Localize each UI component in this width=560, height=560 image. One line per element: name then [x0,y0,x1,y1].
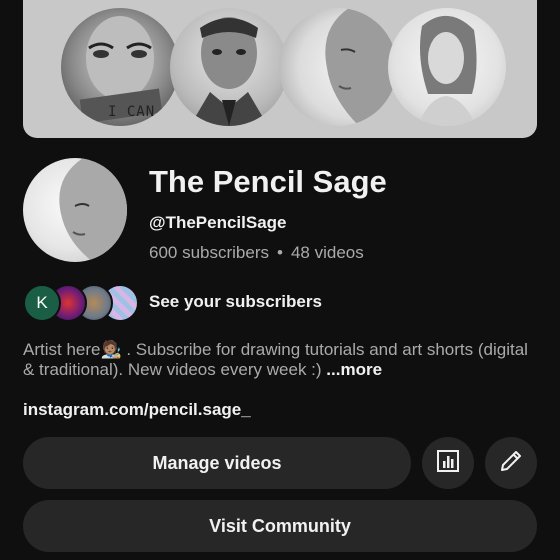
channel-description[interactable]: Artist here🧑🏽‍🎨 . Subscribe for drawing … [23,340,543,380]
channel-stats: 600 subscribers • 48 videos [149,243,364,263]
see-subscribers-link[interactable]: See your subscribers [149,292,322,312]
channel-handle: @ThePencilSage [149,213,287,232]
banner-artwork-3 [279,8,397,126]
video-count: 48 videos [290,243,364,262]
subscriber-avatar-initial: K [23,284,61,322]
channel-link[interactable]: instagram.com/pencil.sage_ [23,400,251,420]
subscriber-count: 600 subscribers [149,243,270,262]
channel-banner: I CAN [23,0,537,138]
banner-artwork-2 [170,8,288,126]
visit-community-button[interactable]: Visit Community [23,500,537,552]
analytics-button[interactable] [422,437,474,489]
banner-artwork-4 [388,8,506,126]
edit-channel-button[interactable] [485,437,537,489]
channel-avatar[interactable] [23,158,127,262]
channel-name: The Pencil Sage [149,164,387,199]
manage-videos-button[interactable]: Manage videos [23,437,411,489]
description-text: Artist here🧑🏽‍🎨 . Subscribe for drawing … [23,340,528,379]
pencil-icon [498,448,524,479]
bar-chart-icon [435,448,461,479]
stats-separator: • [277,243,283,262]
banner-artwork-text: I CAN [108,104,156,120]
more-link[interactable]: ...more [326,360,382,379]
